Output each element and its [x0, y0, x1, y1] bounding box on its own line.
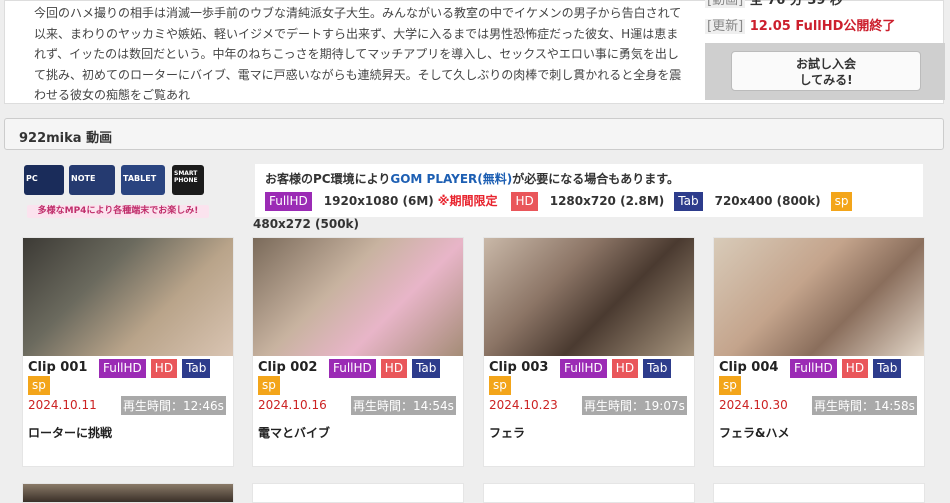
clip-duration: 再生時間：12:46s: [121, 396, 226, 415]
clip-duration: 再生時間：14:58s: [812, 396, 917, 415]
format-list: FullHD 1920x1080 (6M) ※期間限定 HD 1280x720 (2.8…: [265, 192, 853, 211]
trial-button-line1: お試し入会: [795, 57, 856, 71]
sp-badge: sp: [28, 376, 50, 395]
hd-badge: HD: [841, 359, 869, 378]
clip-card[interactable]: Clip 003 FullHD HD Tab sp 2024.10.23 再生時間：…: [483, 237, 695, 467]
laptop-icon: NOTE: [69, 165, 115, 195]
hd-badge: HD: [611, 359, 639, 378]
fullhd-badge: FullHD: [329, 359, 376, 378]
video-description: 今回のハメ撮りの相手は消滅一歩手前のウブな清純派女子大生。みんながいる教室の中で…: [34, 6, 682, 102]
clip-badges: FullHD HD Tab: [99, 359, 215, 378]
clip-card[interactable]: Clip 004 FullHD HD Tab sp 2024.10.30 再生時間：…: [713, 237, 925, 467]
fullhd-badge: FullHD: [790, 359, 837, 378]
sp-resolution: 480x272 (500k): [253, 217, 360, 231]
fullhd-badge: FullHD: [265, 192, 312, 211]
clip-thumbnail[interactable]: [714, 238, 924, 356]
hd-badge: HD: [380, 359, 408, 378]
sp-badge: sp: [830, 192, 853, 211]
trial-button-line2: してみる!: [799, 73, 853, 87]
clip-title: Clip 002: [258, 360, 318, 375]
description-panel: 今回のハメ撮りの相手は消滅一歩手前のウブな清純派女子大生。みんながいる教室の中で…: [4, 0, 945, 104]
clip-title: Clip 004: [719, 360, 779, 375]
clip-name: 電マとバイブ: [258, 426, 331, 440]
duration-info: [動画] 全 76 分 39 秒: [705, 0, 843, 8]
trial-box: お試し入会 してみる!: [705, 43, 945, 100]
clip-card[interactable]: [22, 483, 234, 503]
sp-badge: sp: [489, 376, 511, 395]
device-banner: PC NOTE TABLET SMART PHONE 多様なMP4により各種端末…: [24, 165, 210, 219]
clip-date: 2024.10.16: [258, 398, 327, 412]
limited-note: ※期間限定: [437, 194, 498, 208]
hd-badge: HD: [150, 359, 178, 378]
clip-date: 2024.10.23: [489, 398, 558, 412]
section-header: 922mika 動画: [4, 118, 944, 150]
hd-badge: HD: [511, 192, 538, 211]
tablet-label: TABLET: [123, 174, 157, 183]
device-caption: 多様なMP4により各種端末でお楽しみ!: [27, 205, 209, 218]
clip-card[interactable]: [483, 483, 695, 503]
hd-resolution: 1280x720 (2.8M): [549, 194, 665, 208]
tab-badge: Tab: [873, 359, 902, 378]
sp-badge: sp: [719, 376, 741, 395]
clip-badges: FullHD HD Tab: [790, 359, 906, 378]
section-title: 922mika 動画: [19, 131, 113, 146]
fullhd-resolution: 1920x1080 (6M): [323, 194, 434, 208]
gom-player-link[interactable]: GOM PLAYER(無料): [390, 172, 512, 186]
clip-card[interactable]: [713, 483, 925, 503]
clip-name: ローターに挑戦: [28, 426, 113, 440]
clip-card[interactable]: Clip 002 FullHD HD Tab sp 2024.10.16 再生時間：…: [252, 237, 464, 467]
env-notice: お客様のPC環境によりGOM PLAYER(無料)が必要になる場合もあります。: [265, 170, 679, 187]
tab-badge: Tab: [643, 359, 672, 378]
fullhd-badge: FullHD: [99, 359, 146, 378]
update-info: [更新] 12.05 FullHD公開終了: [705, 15, 895, 34]
tab-badge: Tab: [674, 192, 703, 211]
clip-duration: 再生時間：14:54s: [351, 396, 456, 415]
clip-card[interactable]: [252, 483, 464, 503]
tablet-icon: TABLET: [121, 165, 165, 195]
clip-thumbnail[interactable]: [484, 238, 694, 356]
clip-thumbnail[interactable]: [23, 238, 233, 356]
note-label: NOTE: [71, 174, 96, 183]
trial-join-button[interactable]: お試し入会 してみる!: [731, 51, 921, 91]
update-label: [更新]: [705, 19, 746, 34]
clip-card[interactable]: Clip 001 FullHD HD Tab sp 2024.10.11 再生時間：…: [22, 237, 234, 467]
pc-icon: PC: [24, 165, 64, 195]
duration-label: [動画]: [705, 0, 746, 8]
smartphone-icon: SMART PHONE: [172, 165, 204, 195]
duration-value: 全 76 分 39 秒: [749, 0, 843, 8]
clip-title: Clip 003: [489, 360, 549, 375]
tab-badge: Tab: [412, 359, 441, 378]
clip-duration: 再生時間：19:07s: [582, 396, 687, 415]
sp-badge: sp: [258, 376, 280, 395]
clip-name: フェラ&ハメ: [719, 426, 790, 440]
pc-label: PC: [26, 174, 38, 183]
env-post: が必要になる場合もあります。: [512, 172, 680, 186]
clip-date: 2024.10.30: [719, 398, 788, 412]
clip-badges: FullHD HD Tab: [560, 359, 676, 378]
phone-label: SMART PHONE: [174, 170, 198, 184]
clip-name: フェラ: [489, 426, 526, 440]
env-pre: お客様のPC環境により: [265, 172, 391, 186]
tab-badge: Tab: [182, 359, 211, 378]
update-value: 12.05 FullHD公開終了: [749, 19, 896, 34]
clip-badges: FullHD HD Tab: [329, 359, 445, 378]
clip-title: Clip 001: [28, 360, 88, 375]
format-info-box: お客様のPC環境によりGOM PLAYER(無料)が必要になる場合もあります。 …: [254, 163, 924, 218]
fullhd-badge: FullHD: [560, 359, 607, 378]
clip-date: 2024.10.11: [28, 398, 97, 412]
tab-resolution: 720x400 (800k): [714, 194, 821, 208]
clip-thumbnail[interactable]: [253, 238, 463, 356]
